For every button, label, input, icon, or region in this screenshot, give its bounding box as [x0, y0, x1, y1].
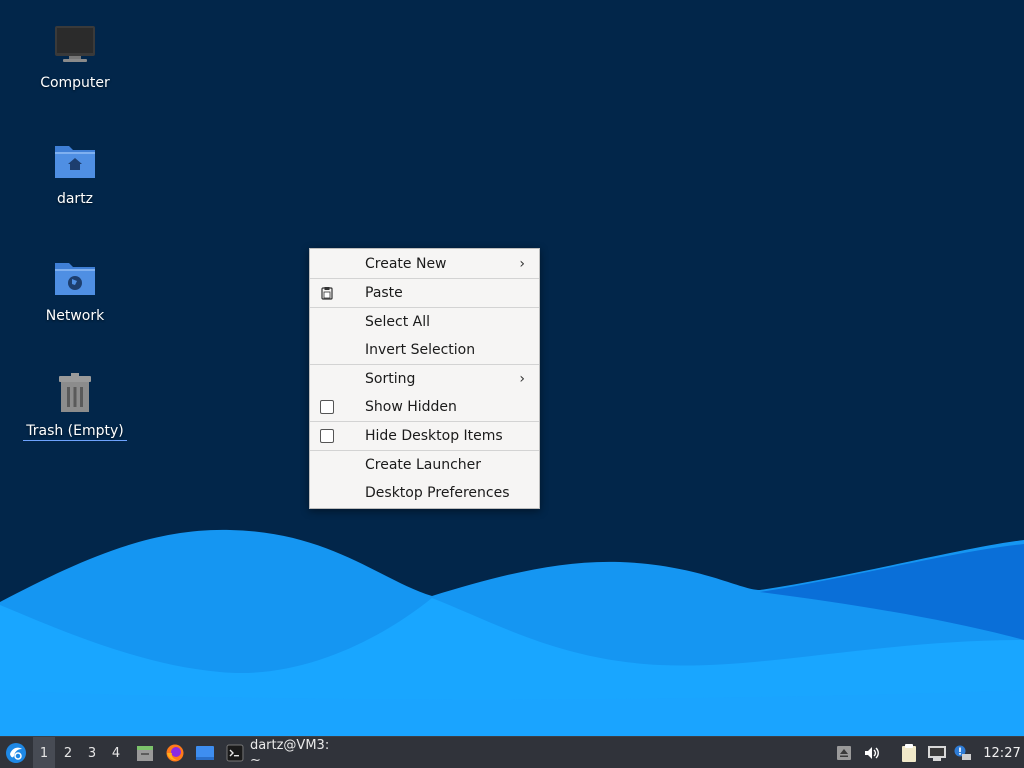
hide-desktop-items-checkbox[interactable] [320, 429, 334, 443]
workspace-label: 3 [87, 745, 97, 761]
menu-item-label: Invert Selection [365, 342, 476, 358]
task-label: dartz@VM3: ~ [249, 738, 330, 768]
firefox-launcher[interactable] [162, 737, 188, 768]
eject-icon [837, 746, 851, 760]
desktop[interactable]: Computer dartz Network Trash (Empty) Cre… [0, 0, 1024, 736]
desktop-icon-label: Network [45, 308, 105, 324]
menu-item-select-all[interactable]: Select All [310, 308, 539, 336]
home-folder-icon [55, 146, 95, 178]
menu-item-label: Paste [365, 285, 403, 301]
menu-item-label: Create New [365, 256, 447, 272]
desktop-icon-label: dartz [56, 191, 94, 207]
menu-item-label: Hide Desktop Items [365, 428, 503, 444]
workspace-label: 2 [63, 745, 73, 761]
menu-item-label: Select All [365, 314, 430, 330]
network-wired-icon [928, 746, 946, 761]
show-hidden-checkbox[interactable] [320, 400, 334, 414]
lubuntu-logo-icon [6, 743, 26, 763]
menu-item-label: Sorting [365, 371, 416, 387]
clock[interactable]: 12:27 [980, 737, 1024, 768]
trash-icon [59, 373, 91, 412]
menu-item-show-hidden[interactable]: Show Hidden [310, 393, 539, 421]
network-tray-button[interactable] [926, 737, 948, 768]
workspace-3[interactable]: 3 [81, 737, 103, 768]
volume-button[interactable] [860, 737, 884, 768]
workspace-4[interactable]: 4 [105, 737, 127, 768]
menu-item-invert-selection[interactable]: Invert Selection [310, 336, 539, 364]
menu-item-label: Desktop Preferences [365, 485, 510, 501]
file-manager-launcher[interactable] [132, 737, 158, 768]
show-desktop-icon [196, 746, 214, 760]
terminal-icon [226, 744, 244, 762]
clock-time: 12:27 [983, 745, 1021, 761]
menu-item-label: Show Hidden [365, 399, 457, 415]
computer-icon [55, 26, 95, 62]
workspace-label: 4 [111, 745, 121, 761]
menu-item-desktop-preferences[interactable]: Desktop Preferences [310, 479, 539, 507]
menu-item-create-launcher[interactable]: Create Launcher [310, 451, 539, 479]
menu-item-label: Create Launcher [365, 457, 482, 473]
start-menu-button[interactable] [2, 737, 30, 768]
menu-item-paste[interactable]: Paste [310, 279, 539, 307]
clipboard-icon [321, 287, 333, 300]
desktop-context-menu: Create New › Paste Select All Invert Sel… [309, 248, 540, 509]
chevron-right-icon: › [519, 371, 525, 387]
menu-item-create-new[interactable]: Create New › [310, 250, 539, 278]
show-desktop-button[interactable] [192, 737, 218, 768]
volume-icon [865, 747, 879, 759]
desktop-icon-network[interactable]: Network [20, 255, 130, 325]
desktop-icon-trash[interactable]: Trash (Empty) [20, 370, 130, 441]
desktop-icon-home[interactable]: dartz [20, 138, 130, 208]
menu-item-hide-desktop-items[interactable]: Hide Desktop Items [310, 422, 539, 450]
update-notifier-button[interactable] [952, 737, 974, 768]
eject-tray-button[interactable] [834, 737, 854, 768]
workspace-label: 1 [39, 745, 49, 761]
chevron-right-icon: › [519, 256, 525, 272]
desktop-icon-label: Computer [40, 75, 110, 91]
taskbar-task-terminal[interactable]: dartz@VM3: ~ [222, 737, 352, 768]
desktop-icon-computer[interactable]: Computer [20, 22, 130, 92]
menu-item-sorting[interactable]: Sorting › [310, 365, 539, 393]
taskbar: 1 2 3 4 dartz@VM3: ~ 12:27 [0, 736, 1024, 768]
firefox-icon [166, 744, 184, 762]
clipboard-icon [902, 744, 916, 762]
desktop-icon-label: Trash (Empty) [23, 422, 127, 441]
workspace-1[interactable]: 1 [33, 737, 55, 768]
network-folder-icon [55, 263, 95, 295]
workspace-2[interactable]: 2 [57, 737, 79, 768]
clipboard-tray-button[interactable] [898, 737, 920, 768]
update-notifier-icon [954, 745, 971, 760]
file-manager-icon [137, 746, 153, 761]
